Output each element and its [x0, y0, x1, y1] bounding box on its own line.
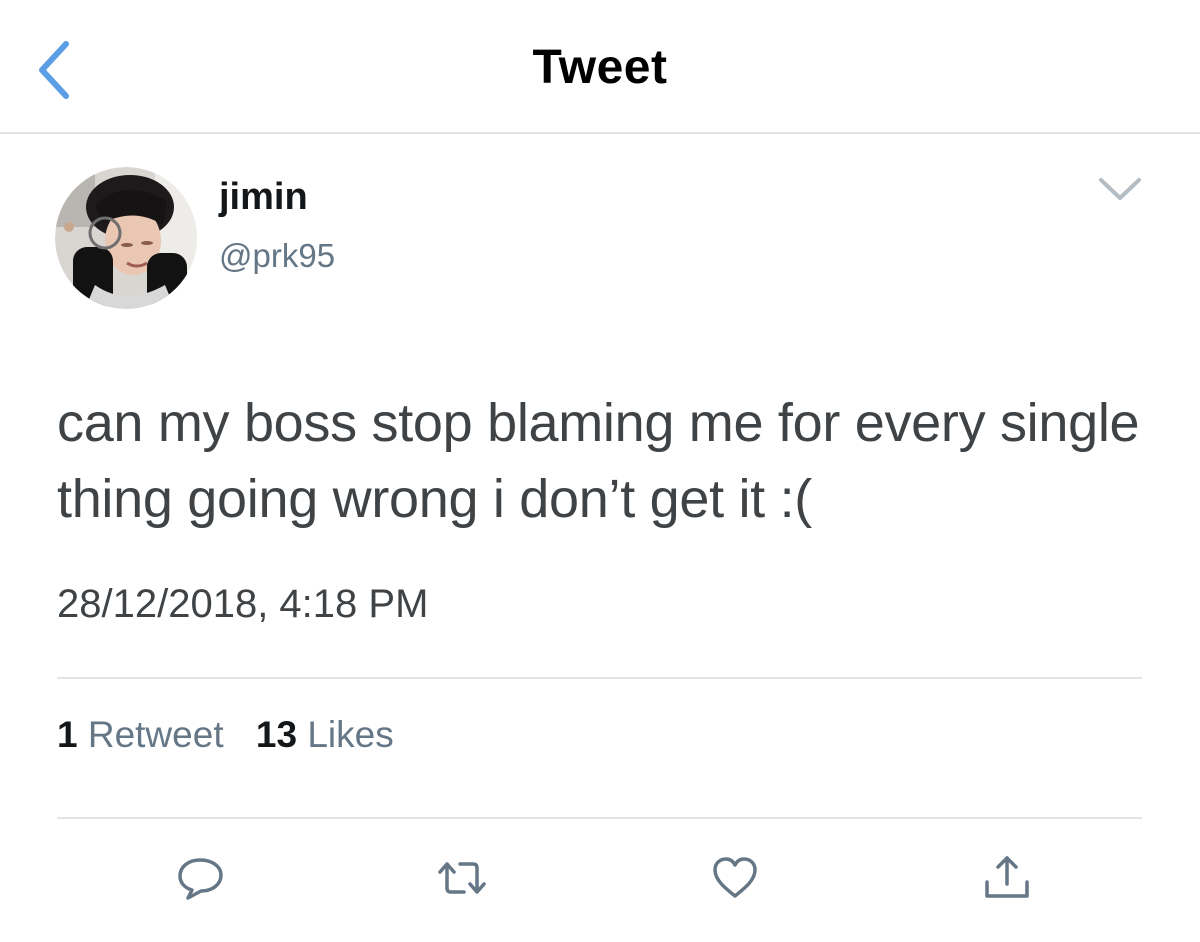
- tweet-timestamp: 28/12/2018, 4:18 PM: [57, 582, 429, 626]
- page-title: Tweet: [532, 41, 668, 94]
- tweet-text: can my boss stop blaming me for every si…: [57, 393, 1140, 529]
- tweet-options-button[interactable]: [1093, 168, 1147, 212]
- chevron-down-icon: [1099, 178, 1141, 200]
- like-button[interactable]: [707, 850, 763, 906]
- navigation-bar: Tweet: [0, 0, 1200, 134]
- retweet-count: 1: [57, 714, 78, 755]
- retweet-label: Retweet: [87, 714, 224, 755]
- retweets-stat[interactable]: 1 Retweet: [57, 714, 224, 756]
- divider: [57, 817, 1142, 819]
- author-display-name[interactable]: jimin: [219, 176, 308, 219]
- share-button[interactable]: [979, 850, 1035, 906]
- retweet-button[interactable]: [434, 850, 490, 906]
- heart-icon: [713, 857, 757, 898]
- profile-photo: [55, 167, 197, 309]
- like-count: 13: [255, 714, 298, 755]
- share-icon: [985, 856, 1029, 898]
- like-label: Likes: [307, 714, 394, 755]
- tweet-stats: 1 Retweet 13 Likes: [57, 714, 416, 756]
- retweet-icon: [438, 862, 486, 894]
- likes-stat[interactable]: 13 Likes: [256, 714, 394, 756]
- reply-icon: [178, 858, 223, 900]
- avatar[interactable]: [55, 167, 197, 309]
- reply-button[interactable]: [174, 850, 230, 906]
- divider: [57, 677, 1142, 679]
- author-handle[interactable]: @prk95: [219, 237, 335, 275]
